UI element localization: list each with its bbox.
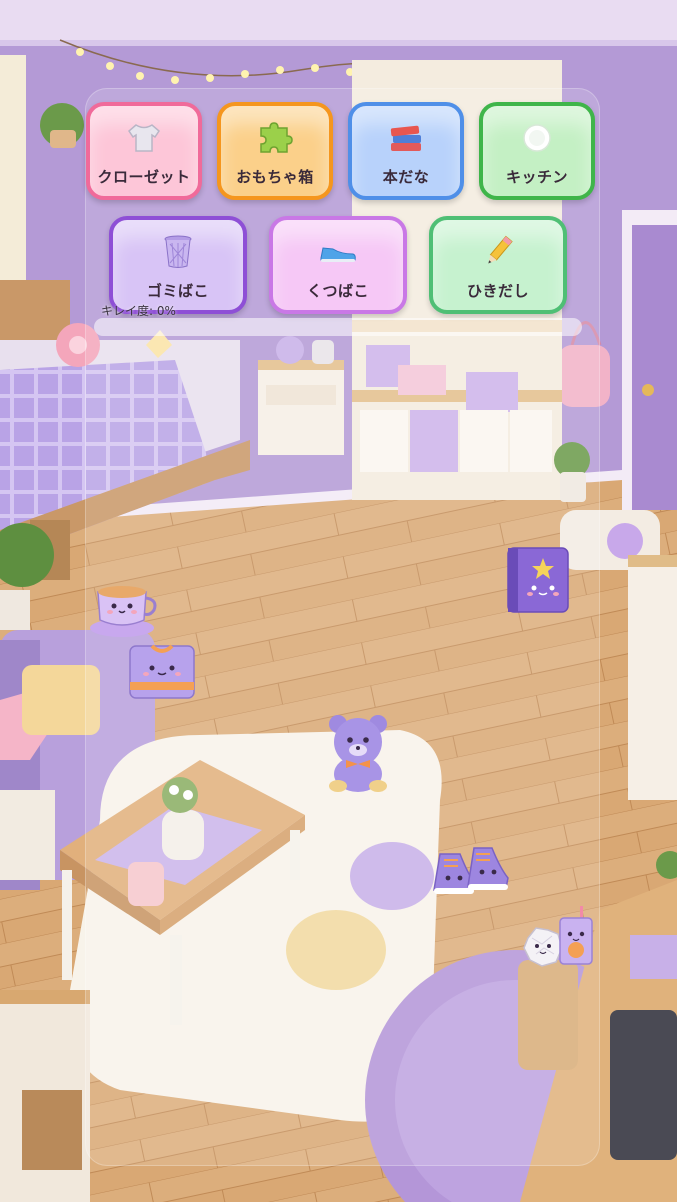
drawer-button[interactable]: ひきだし xyxy=(429,216,567,314)
storybook-character[interactable] xyxy=(500,542,576,622)
bookshelf-button[interactable]: 本だな xyxy=(348,102,464,200)
closet-label: クローゼット xyxy=(97,168,191,186)
cleanliness-label: キレイ度: 0% xyxy=(101,304,176,318)
books-icon xyxy=(352,120,460,156)
sneakers-character[interactable] xyxy=(430,830,512,906)
teddy-bear-icon xyxy=(329,715,387,792)
shoe-box-button[interactable]: くつばこ xyxy=(269,216,407,314)
kitchen-label: キッチン xyxy=(505,168,568,186)
toy-box-label: おもちゃ箱 xyxy=(236,168,314,186)
sneaker-icon xyxy=(433,847,509,894)
puzzle-piece-icon xyxy=(221,120,329,156)
bookshelf-label: 本だな xyxy=(382,168,430,186)
folded-shirt-character[interactable] xyxy=(124,636,200,708)
closet-button[interactable]: クローゼット xyxy=(86,102,202,200)
game-screen: クローゼット おもちゃ箱 本だな キッチン ゴミばこ くつばこ ひきだし キレイ… xyxy=(0,0,677,1202)
juice-box-character[interactable] xyxy=(556,906,596,972)
trash-label: ゴミばこ xyxy=(146,282,209,300)
trash-bin-icon xyxy=(113,234,243,270)
toy-box-button[interactable]: おもちゃ箱 xyxy=(217,102,333,200)
cleanliness-progress-bar xyxy=(94,318,582,336)
shirt-icon xyxy=(90,120,198,156)
shirt-icon xyxy=(129,644,195,699)
trash-button[interactable]: ゴミばこ xyxy=(109,216,247,314)
pencil-icon xyxy=(433,234,563,270)
drawer-label: ひきだし xyxy=(466,282,529,300)
plate-icon xyxy=(483,120,591,156)
juice-box-icon xyxy=(559,906,593,965)
shoe-box-label: くつばこ xyxy=(306,282,369,300)
book-icon xyxy=(507,547,569,613)
kitchen-button[interactable]: キッチン xyxy=(479,102,595,200)
teddy-bear-character[interactable] xyxy=(320,712,396,794)
sneaker-icon xyxy=(273,234,403,270)
